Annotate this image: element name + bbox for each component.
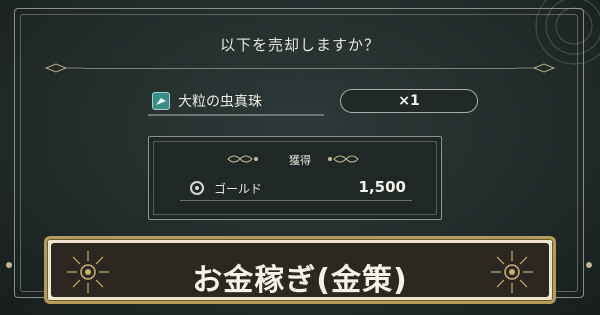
- radio-icon: [190, 181, 204, 195]
- reward-header: 獲得: [289, 154, 311, 167]
- gold-label: ゴールド: [214, 182, 263, 196]
- banner-inner: お金稼ぎ(金策): [51, 243, 549, 298]
- gold-value: 1,500: [358, 178, 406, 196]
- quantity-selector[interactable]: ×1: [340, 89, 478, 113]
- title-divider: [84, 68, 516, 69]
- reward-right-ornament-icon: [328, 155, 359, 163]
- left-divider-ornament: [44, 63, 84, 73]
- item-icon: [152, 92, 170, 110]
- right-frame-dot: [586, 262, 592, 268]
- sun-ornament-icon: [491, 251, 533, 293]
- game-screen: 以下を売却しますか？ 大粒の虫真珠 ×1 獲得 ゴールド 1,500 お金稼ぎ(…: [0, 0, 600, 315]
- right-divider-ornament: [516, 63, 556, 73]
- gold-underline: [180, 200, 412, 201]
- dialog-title: 以下を売却しますか？: [219, 36, 380, 54]
- left-frame-dot: [6, 262, 12, 268]
- title-banner: お金稼ぎ(金策): [44, 236, 556, 304]
- item-underline: [148, 114, 324, 116]
- gold-reward-row: ゴールド 1,500: [180, 176, 412, 202]
- item-row: 大粒の虫真珠: [148, 88, 324, 114]
- item-name: 大粒の虫真珠: [178, 94, 262, 110]
- banner-title: お金稼ぎ(金策): [192, 263, 408, 298]
